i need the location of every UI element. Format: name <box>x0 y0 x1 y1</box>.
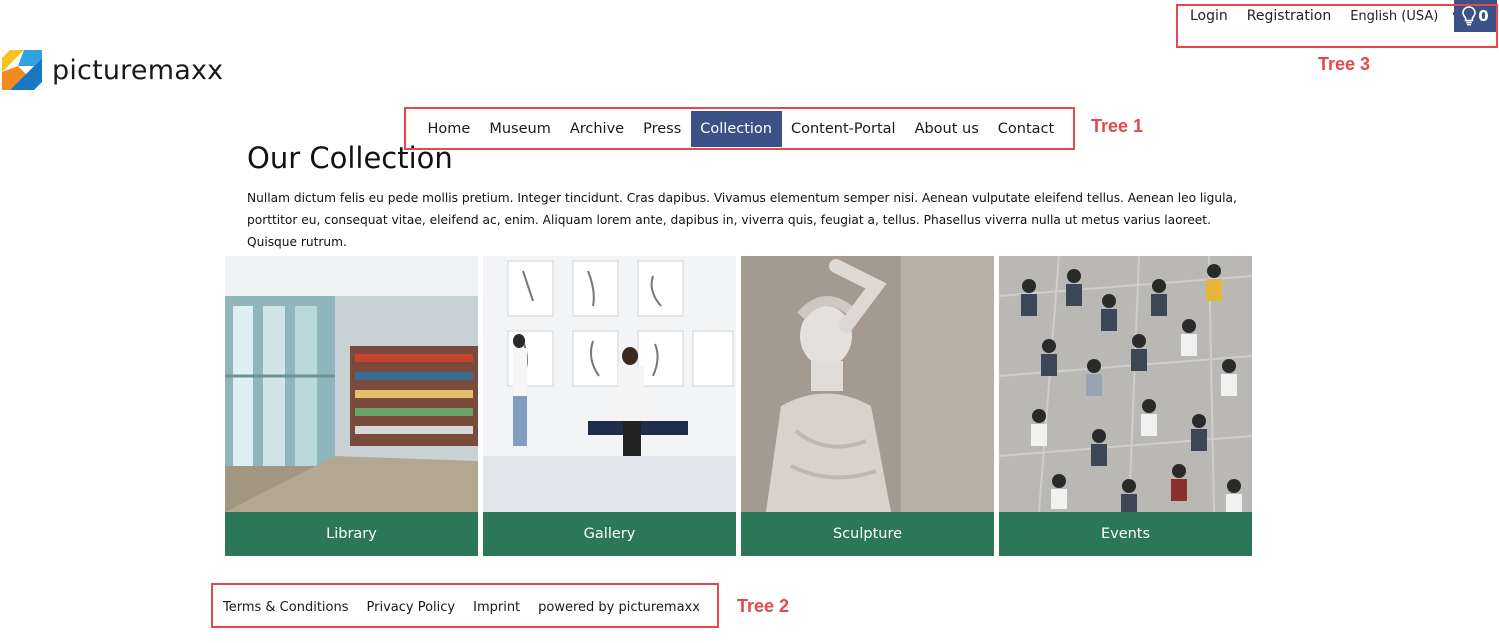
annotation-label-tree-3: Tree 3 <box>1318 54 1371 74</box>
tile-library[interactable]: Library <box>225 256 478 556</box>
logo-text: picturemaxx <box>52 54 224 86</box>
annotation-box-tree-2 <box>211 583 719 628</box>
annotation-label-tree-1: Tree 1 <box>1091 116 1144 136</box>
gallery-image <box>483 256 736 512</box>
tile-label: Library <box>225 512 478 556</box>
collection-tiles: Library Gallery Sculpture Events <box>225 256 1252 556</box>
tile-gallery[interactable]: Gallery <box>483 256 736 556</box>
annotation-box-tree-1 <box>404 107 1075 150</box>
picturemaxx-logo[interactable]: picturemaxx <box>2 50 223 90</box>
sculpture-image <box>741 256 994 512</box>
tile-label: Sculpture <box>741 512 994 556</box>
tile-events[interactable]: Events <box>999 256 1252 556</box>
picturemaxx-logo-mark-icon <box>2 50 42 90</box>
events-image <box>999 256 1252 512</box>
library-image <box>225 256 478 512</box>
annotation-box-tree-3 <box>1176 4 1498 48</box>
tile-label: Gallery <box>483 512 736 556</box>
annotation-label-tree-2: Tree 2 <box>737 596 790 616</box>
page-description: Nullam dictum felis eu pede mollis preti… <box>247 191 1237 249</box>
tile-sculpture[interactable]: Sculpture <box>741 256 994 556</box>
tile-label: Events <box>999 512 1252 556</box>
